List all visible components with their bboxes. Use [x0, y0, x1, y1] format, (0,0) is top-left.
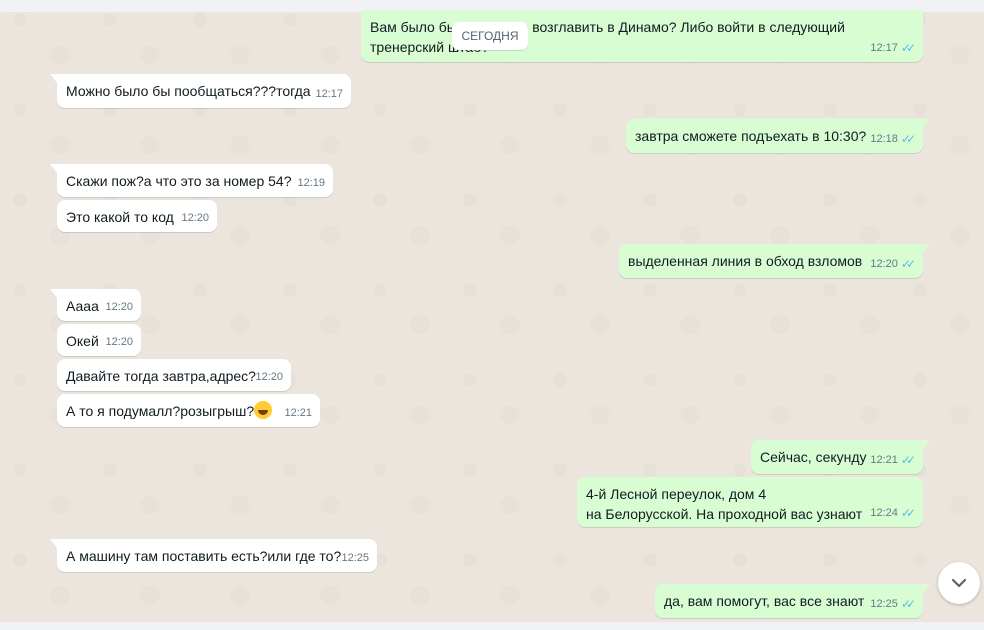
scroll-to-bottom-button[interactable]	[938, 562, 980, 604]
message-incoming[interactable]: Аааа 12:20	[50, 289, 141, 321]
message-outgoing[interactable]: завтра сможете подъехать в 10:30? 12:18 …	[626, 119, 930, 153]
message-time: 12:20	[870, 258, 898, 270]
message-time: 12:17	[315, 88, 343, 100]
message-incoming[interactable]: Это какой то код 12:20	[57, 200, 217, 232]
message-time: 12:20	[181, 212, 209, 224]
message-incoming[interactable]: Скажи пож?а что это за номер 54? 12:19	[50, 164, 333, 197]
message-text: выделенная линия в обход взломов	[628, 253, 863, 269]
message-incoming[interactable]: Можно было бы пообщаться???тогда 12:17	[50, 74, 351, 108]
message-meta: 12:17	[315, 84, 343, 104]
message-meta: 12:17 ✓✓	[870, 38, 916, 58]
message-time: 12:21	[870, 454, 898, 466]
double-check-icon: ✓✓	[900, 506, 916, 520]
message-meta: 12:21	[284, 403, 312, 423]
message-text: да, вам помогут, вас все знают	[664, 593, 865, 609]
message-text: Скажи пож?а что это за номер 54?	[66, 173, 292, 189]
message-incoming[interactable]: А машину там поставить есть?или где то? …	[50, 539, 377, 572]
message-incoming[interactable]: А то я подумалл?розыгрыш? 12:21	[57, 394, 320, 427]
message-meta: 12:19	[297, 173, 325, 193]
message-meta: 12:20 ✓✓	[870, 254, 916, 274]
double-check-icon: ✓✓	[900, 132, 916, 146]
message-meta: 12:21 ✓✓	[870, 450, 916, 470]
chevron-down-icon	[951, 578, 967, 588]
bottom-bar	[0, 622, 984, 630]
message-time: 12:20	[105, 336, 133, 348]
message-time: 12:20	[255, 371, 283, 383]
message-outgoing[interactable]: Вам было бы интересно возглавить в Динам…	[361, 10, 923, 62]
message-meta: 12:25 ✓✓	[870, 594, 916, 614]
message-time: 12:25	[870, 598, 898, 610]
message-time: 12:24	[870, 507, 898, 519]
message-time: 12:20	[105, 301, 133, 313]
message-text: А машину там поставить есть?или где то?	[66, 548, 342, 564]
message-text: 4-й Лесной переулок, дом 4 на Белорусско…	[586, 486, 863, 522]
double-check-icon: ✓✓	[900, 453, 916, 467]
message-outgoing[interactable]: выделенная линия в обход взломов 12:20 ✓…	[619, 244, 930, 278]
date-divider: СЕГОДНЯ	[452, 22, 528, 50]
message-time: 12:25	[341, 552, 369, 564]
message-text: Давайте тогда завтра,адрес?	[66, 368, 256, 384]
message-time: 12:17	[870, 42, 898, 54]
double-check-icon: ✓✓	[900, 41, 916, 55]
message-text: А то я подумалл?розыгрыш?	[66, 403, 255, 419]
double-check-icon: ✓✓	[900, 257, 916, 271]
laughing-emoji-icon	[254, 401, 273, 419]
message-text: Сейчас, секунду	[760, 449, 867, 465]
message-outgoing[interactable]: Сейчас, секунду 12:21 ✓✓	[751, 440, 930, 474]
message-time: 12:18	[870, 133, 898, 145]
message-incoming[interactable]: Давайте тогда завтра,адрес? 12:20	[57, 359, 291, 391]
message-text: Это какой то код	[66, 209, 174, 225]
message-outgoing[interactable]: да, вам помогут, вас все знают 12:25 ✓✓	[655, 584, 930, 618]
message-text: Окей	[66, 333, 99, 349]
message-meta: 12:20	[181, 208, 209, 228]
message-text: Аааа	[66, 298, 99, 314]
message-meta: 12:24 ✓✓	[870, 503, 916, 523]
chat-area[interactable]: Вам было бы интересно возглавить в Динам…	[0, 0, 984, 622]
message-time: 12:19	[297, 177, 325, 189]
message-meta: 12:20	[105, 332, 133, 352]
message-meta: 12:20	[255, 367, 283, 387]
message-meta: 12:25	[341, 548, 369, 568]
message-meta: 12:18 ✓✓	[870, 129, 916, 149]
message-text: завтра сможете подъехать в 10:30?	[635, 128, 867, 144]
message-meta: 12:20	[105, 297, 133, 317]
message-time: 12:21	[284, 407, 312, 419]
message-outgoing[interactable]: 4-й Лесной переулок, дом 4 на Белорусско…	[577, 477, 923, 527]
message-text: Можно было бы пообщаться???тогда	[66, 83, 311, 99]
message-incoming[interactable]: Окей 12:20	[57, 324, 141, 356]
double-check-icon: ✓✓	[900, 597, 916, 611]
